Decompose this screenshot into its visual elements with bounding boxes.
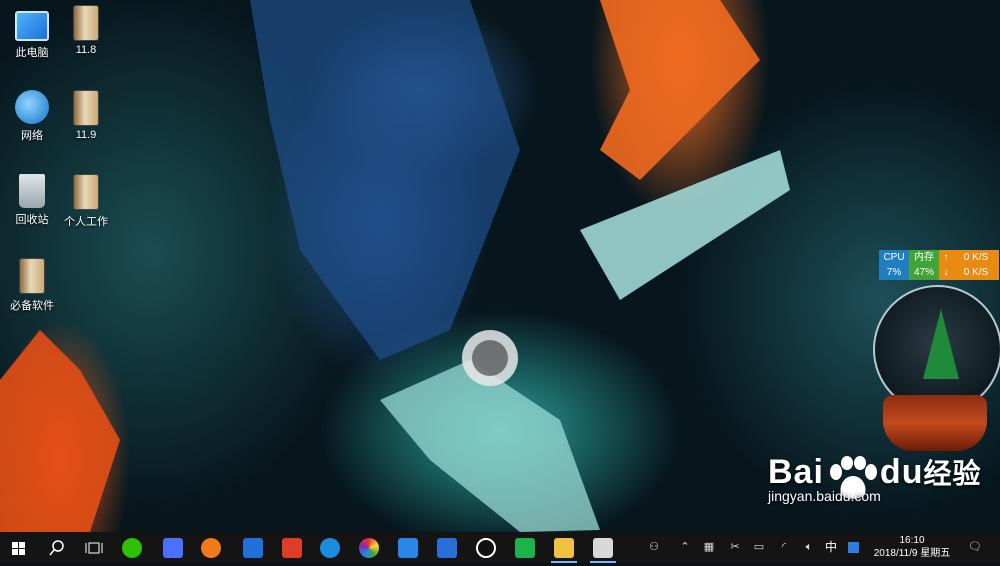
tray-ime-app[interactable]: [844, 532, 862, 563]
desktop-icon-folder-11-8[interactable]: 11.8: [54, 5, 118, 56]
notification-icon: 🗨︎: [968, 541, 982, 553]
calendar-app-icon: [437, 538, 457, 558]
tool-icon: ✂: [730, 541, 740, 553]
it-app-icon: [282, 538, 302, 558]
task-view-button[interactable]: [81, 535, 107, 561]
support-headset-icon: [398, 538, 418, 558]
taskbar-app-explorer[interactable]: [551, 535, 577, 563]
windows-logo-icon: [12, 542, 25, 555]
taskbar-app-office[interactable]: [240, 535, 266, 561]
watermark-brand: Bai: [768, 453, 824, 491]
desktop-icon-label: 个人工作: [64, 216, 108, 228]
people-button[interactable]: ⚇: [644, 532, 664, 563]
desktop-icon-folder-11-9[interactable]: 11.9: [54, 90, 118, 141]
folder-icon: [19, 258, 45, 294]
wechat-icon: [122, 538, 142, 558]
wifi-icon: ◜: [781, 541, 787, 553]
grid-icon: ▦: [703, 541, 715, 553]
desktop-icon-essential-software[interactable]: 必备软件: [0, 258, 64, 313]
office-icon: [243, 538, 263, 558]
music-headphone-icon: [201, 538, 221, 558]
taskbar-app-wps[interactable]: [512, 535, 538, 561]
upload-speed: 0 K/S: [953, 250, 999, 265]
photos-icon: [593, 538, 613, 558]
memory-value: 47%: [909, 265, 939, 280]
tray-app-tool[interactable]: ✂: [726, 532, 744, 563]
task-view-icon: [85, 542, 103, 554]
volume-muted-icon: 🔈︎: [805, 541, 813, 553]
taskbar-app-feishu[interactable]: [160, 535, 186, 561]
clock[interactable]: 16:10 2018/11/9 星期五: [862, 534, 962, 560]
search-button[interactable]: [44, 535, 70, 561]
taskbar-app-color[interactable]: [356, 535, 382, 561]
chevron-up-icon: ⌃: [680, 541, 690, 553]
desktop-icon-personal-work[interactable]: 个人工作: [54, 174, 118, 229]
start-button[interactable]: [6, 535, 32, 561]
network-icon: [15, 90, 49, 124]
watermark-brand-du: du: [879, 453, 924, 491]
clock-time: 16:10: [899, 535, 925, 546]
taskbar-app-ie[interactable]: [317, 535, 343, 561]
taskbar-app-support[interactable]: [395, 535, 421, 561]
desktop-icon-label: 11.9: [75, 129, 97, 141]
qq-icon: [476, 538, 496, 558]
clock-date: 2018/11/9 星期五: [873, 548, 951, 559]
tray-volume[interactable]: 🔈︎: [800, 532, 818, 563]
christmas-tree-icon: [923, 309, 959, 379]
download-speed: 0 K/S: [953, 265, 999, 280]
upload-arrow-icon: ↑: [939, 250, 953, 265]
battery-icon: ▭: [753, 541, 765, 553]
system-monitor-widget[interactable]: CPU 7% 内存 47% ↑ ↓ 0 K/S 0 K/S: [879, 250, 999, 280]
taskbar-app-wechat[interactable]: [119, 535, 145, 561]
ime-mode-button[interactable]: 中: [822, 532, 840, 563]
memory-label: 内存: [909, 250, 939, 265]
taskbar-app-it[interactable]: [279, 535, 305, 561]
cpu-label: CPU: [879, 250, 909, 265]
ie-browser-icon: [320, 538, 340, 558]
baidu-jingyan-watermark: Bai du经验 jingyan.baidu.com: [768, 452, 981, 504]
action-center-button[interactable]: 🗨︎: [964, 532, 986, 563]
file-explorer-icon: [554, 538, 574, 558]
desktop-icon-label: 11.8: [75, 44, 97, 56]
feishu-icon: [163, 538, 183, 558]
taskbar-app-photos[interactable]: [590, 535, 616, 563]
snow-globe-base: [883, 395, 987, 451]
folder-icon: [73, 5, 99, 41]
cpu-value: 7%: [879, 265, 909, 280]
download-arrow-icon: ↓: [939, 265, 953, 280]
tray-wifi[interactable]: ◜: [775, 532, 793, 563]
search-icon: [49, 540, 64, 556]
desktop-icon-label: 必备软件: [10, 300, 54, 312]
watermark-brand-cn: 经验: [923, 458, 982, 489]
taskbar-app-music[interactable]: [198, 535, 224, 561]
tray-battery[interactable]: ▭: [750, 532, 768, 563]
taskbar-app-calendar[interactable]: [434, 535, 460, 561]
tray-app-grid[interactable]: ▦: [700, 532, 718, 563]
ime-app-icon: [847, 541, 859, 553]
color-wheel-icon: [359, 538, 379, 558]
taskbar-app-qq[interactable]: [473, 535, 499, 561]
recycle-bin-icon: [19, 174, 45, 208]
folder-icon: [73, 174, 99, 210]
show-hidden-icons-button[interactable]: ⌃: [676, 532, 694, 563]
computer-icon: [15, 11, 49, 41]
folder-icon: [73, 90, 99, 126]
taskbar: ⚇ ⌃ ▦ ✂ ▭ ◜ 🔈︎ 中 16:10 2018/11/9 星期五 🗨︎: [0, 532, 1000, 563]
people-icon: ⚇: [649, 541, 659, 553]
wps-spreadsheet-icon: [515, 538, 535, 558]
